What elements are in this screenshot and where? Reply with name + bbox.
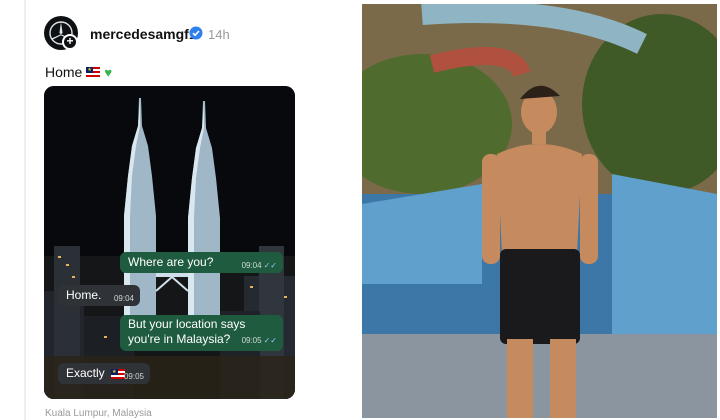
post-panel: + mercedesamgf1 14h Home ★ ♥ Where are y… <box>0 0 352 420</box>
post-location[interactable]: Kuala Lumpur, Malaysia <box>45 408 152 419</box>
chat-message-in: Home. 09:04 <box>58 285 140 306</box>
message-text: Where are you? <box>128 255 214 269</box>
post-time: 14h <box>208 27 230 42</box>
caption-text: Home <box>45 64 83 80</box>
message-time: 09:05 <box>123 372 144 381</box>
chat-message-out: Where are you? 09:04 ✓✓ <box>120 252 283 273</box>
message-time: 09:04 <box>113 294 134 303</box>
message-time: 09:04 <box>241 261 262 270</box>
malaysia-flag-icon: ★ <box>111 368 126 379</box>
read-ticks-icon: ✓✓ <box>263 336 277 345</box>
chat-message-in: Exactly ★ 09:05 <box>58 363 150 384</box>
message-text-line1: But your location says <box>128 317 246 331</box>
read-ticks-icon: ✓✓ <box>263 261 277 270</box>
chat-message-out: But your location says you're in Malaysi… <box>120 315 283 351</box>
post-image[interactable] <box>44 86 295 399</box>
post-caption: Home ★ ♥ <box>45 64 112 80</box>
verified-icon <box>189 26 203 40</box>
thread-line <box>24 0 26 420</box>
follow-plus-icon[interactable]: + <box>62 34 78 50</box>
message-meta: 09:05 <box>124 372 144 381</box>
message-text: Home. <box>66 288 102 302</box>
waterslide-photo <box>362 4 717 418</box>
petronas-towers-illustration <box>44 86 295 399</box>
message-text: Exactly <box>66 366 105 380</box>
malaysia-flag-icon: ★ <box>86 67 101 77</box>
message-time: 09:05 <box>241 336 262 345</box>
secondary-post-image[interactable] <box>362 4 717 418</box>
message-meta: 09:04 ✓✓ <box>242 261 277 270</box>
green-heart-icon: ♥ <box>104 64 113 80</box>
username[interactable]: mercedesamgf1 <box>90 26 197 42</box>
message-meta: 09:05 ✓✓ <box>242 333 277 348</box>
message-meta: 09:04 <box>114 294 134 303</box>
